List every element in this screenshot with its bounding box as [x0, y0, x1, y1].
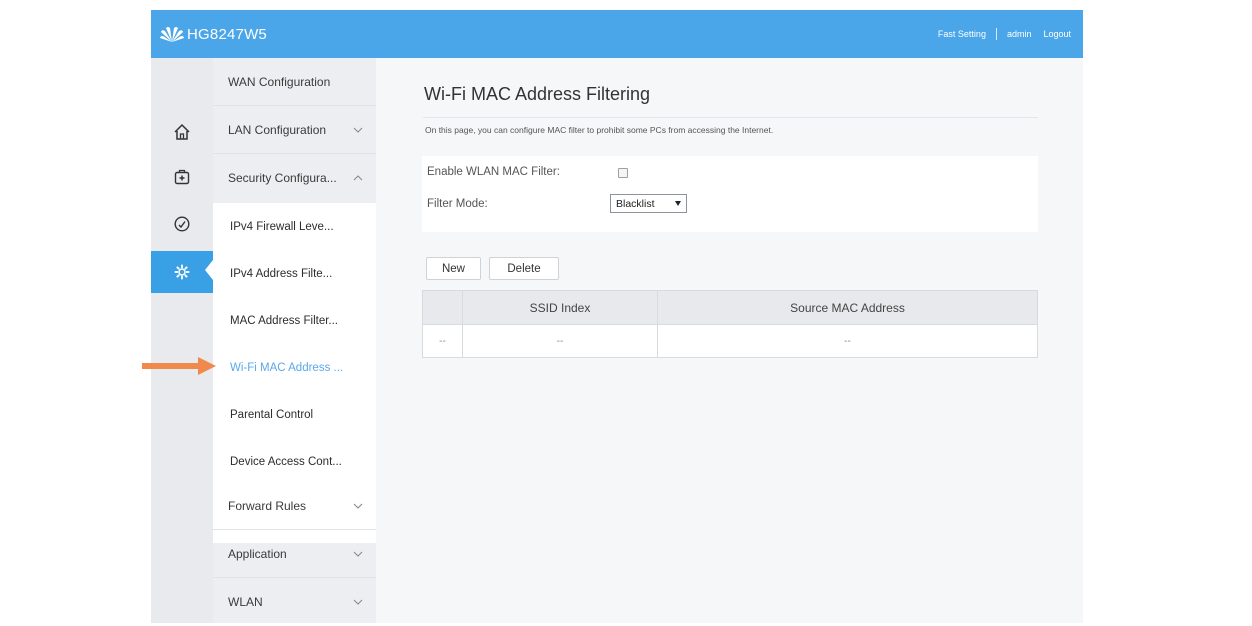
- top-header: HG8247W5 Fast Setting admin Logout: [151, 10, 1083, 58]
- sidebar-menu: WAN Configuration LAN Configuration Secu…: [213, 58, 376, 623]
- chevron-down-icon: [353, 127, 363, 133]
- active-rail-pointer: [205, 260, 213, 280]
- source-mac-header: Source MAC Address: [790, 300, 905, 315]
- filter-mode-value: Blacklist: [616, 197, 655, 210]
- delete-button[interactable]: Delete: [489, 257, 559, 280]
- dropdown-caret-icon: [675, 201, 681, 206]
- submenu-label: Wi-Fi MAC Address ...: [230, 362, 344, 374]
- table-cell: --: [844, 335, 851, 347]
- submenu-device-access[interactable]: Device Access Cont...: [213, 438, 376, 486]
- huawei-logo-icon: [160, 27, 184, 42]
- chevron-up-icon: [353, 175, 363, 181]
- submenu-parental-control[interactable]: Parental Control: [213, 391, 376, 439]
- page-title: Wi-Fi MAC Address Filtering: [424, 84, 651, 104]
- sidebar-item-label: WLAN: [228, 595, 263, 609]
- sidebar-item-wlan[interactable]: WLAN: [213, 578, 376, 626]
- callout-arrow-icon: [142, 357, 216, 375]
- rail-settings[interactable]: [151, 251, 213, 293]
- mac-filter-table: SSID Index Source MAC Address -- -- --: [422, 290, 1038, 358]
- enable-filter-checkbox[interactable]: [618, 168, 628, 178]
- sidebar-item-label: LAN Configuration: [228, 122, 327, 137]
- fast-setting-link[interactable]: Fast Setting: [938, 29, 986, 39]
- rail-diagnose[interactable]: [151, 156, 213, 198]
- submenu-label: IPv4 Firewall Leve...: [230, 221, 334, 233]
- rail-home[interactable]: [151, 111, 213, 153]
- logout-link[interactable]: Logout: [1043, 29, 1071, 39]
- submenu-label: Parental Control: [230, 409, 314, 421]
- enable-filter-label: Enable WLAN MAC Filter:: [427, 166, 560, 178]
- submenu-label: IPv4 Address Filte...: [230, 268, 333, 280]
- sidebar-item-application[interactable]: Application: [213, 530, 376, 578]
- sidebar-item-label: Forward Rules: [228, 498, 307, 513]
- sidebar-item-lan[interactable]: LAN Configuration: [213, 106, 376, 154]
- gear-icon: [174, 264, 190, 280]
- header-divider: [995, 28, 997, 40]
- sidebar-item-forward-rules[interactable]: Forward Rules: [213, 482, 376, 530]
- table-header: SSID Index Source MAC Address: [423, 291, 1037, 325]
- sidebar-item-security[interactable]: Security Configura...: [213, 154, 376, 202]
- table-row: -- -- --: [423, 325, 1037, 357]
- user-name[interactable]: admin: [1007, 29, 1032, 39]
- chevron-down-icon: [353, 599, 363, 605]
- sidebar-item-label: Application: [228, 546, 287, 561]
- home-icon: [174, 123, 190, 140]
- product-name: HG8247W5: [187, 25, 267, 43]
- submenu-ipv4-address-filter[interactable]: IPv4 Address Filte...: [213, 250, 376, 298]
- submenu-wifi-mac-address[interactable]: Wi-Fi MAC Address ...: [213, 344, 376, 392]
- table-cell: --: [423, 325, 463, 357]
- sidebar-item-label: Security Configura...: [228, 171, 337, 185]
- submenu-mac-address-filter[interactable]: MAC Address Filter...: [213, 297, 376, 345]
- chevron-down-icon: [353, 503, 363, 509]
- submenu-label: Device Access Cont...: [230, 456, 342, 468]
- table-cell: --: [463, 325, 658, 357]
- icon-rail: [151, 58, 213, 623]
- sidebar-item-wan[interactable]: WAN Configuration: [213, 58, 376, 106]
- filter-mode-label: Filter Mode:: [427, 198, 488, 210]
- submenu-label: MAC Address Filter...: [230, 315, 339, 327]
- rail-status[interactable]: [151, 203, 213, 245]
- title-divider: [423, 117, 1038, 118]
- sidebar-item-label: WAN Configuration: [228, 74, 331, 89]
- ssid-index-header: SSID Index: [463, 291, 658, 324]
- filter-mode-select[interactable]: Blacklist: [610, 194, 687, 213]
- brand-logo: HG8247W5: [159, 25, 267, 43]
- page-description: On this page, you can configure MAC filt…: [425, 125, 774, 135]
- filter-settings-panel: Enable WLAN MAC Filter: Filter Mode: Bla…: [422, 156, 1038, 232]
- gauge-icon: [174, 216, 190, 232]
- main-content: Wi-Fi MAC Address Filtering On this page…: [376, 58, 1083, 623]
- select-column-header: [423, 291, 463, 324]
- submenu-ipv4-firewall[interactable]: IPv4 Firewall Leve...: [213, 203, 376, 251]
- chevron-down-icon: [353, 551, 363, 557]
- first-aid-icon: [174, 169, 190, 185]
- new-button[interactable]: New: [426, 257, 481, 280]
